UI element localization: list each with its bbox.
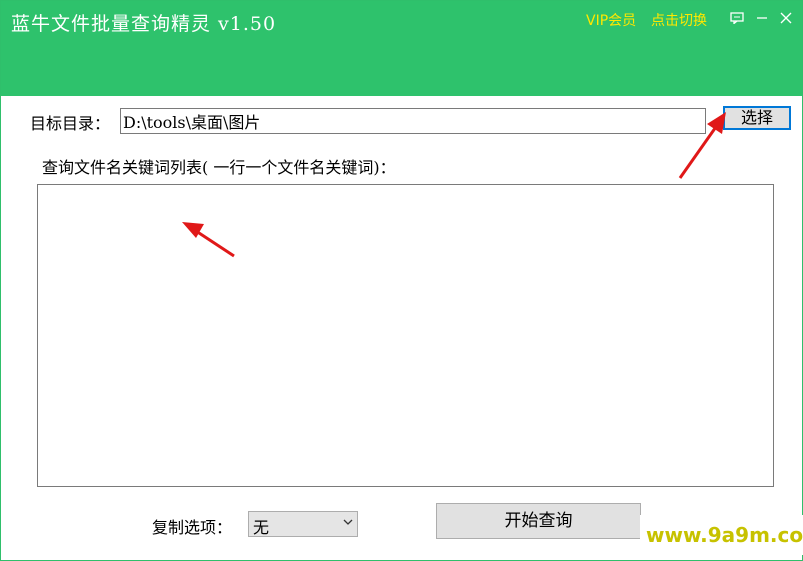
- feedback-icon[interactable]: [726, 7, 748, 29]
- minimize-icon[interactable]: [751, 7, 773, 29]
- start-query-button[interactable]: 开始查询: [436, 503, 641, 539]
- keyword-textarea[interactable]: [37, 184, 774, 487]
- dir-label: 目标目录：: [30, 114, 111, 133]
- chevron-down-icon: [343, 515, 353, 529]
- vip-link[interactable]: VIP会员: [586, 10, 636, 30]
- close-icon[interactable]: [775, 7, 797, 29]
- switch-link[interactable]: 点击切换: [651, 10, 707, 30]
- copy-option-label: 复制选项：: [152, 518, 233, 537]
- app-window: 蓝牛文件批量查询精灵 v1.50 VIP会员 点击切换 目标目录： 选择 查询文…: [0, 0, 803, 561]
- copy-option-value: 无: [253, 518, 270, 537]
- window-title: 蓝牛文件批量查询精灵 v1.50: [11, 13, 277, 35]
- choose-button[interactable]: 选择: [723, 106, 791, 130]
- copy-option-select[interactable]: 无: [248, 511, 358, 537]
- watermark: www.9a9m.com: [640, 515, 803, 555]
- dir-input[interactable]: [120, 108, 706, 134]
- title-bar: 蓝牛文件批量查询精灵 v1.50 VIP会员 点击切换: [1, 1, 802, 96]
- keyword-list-label: 查询文件名关键词列表( 一行一个文件名关键词)：: [42, 158, 396, 177]
